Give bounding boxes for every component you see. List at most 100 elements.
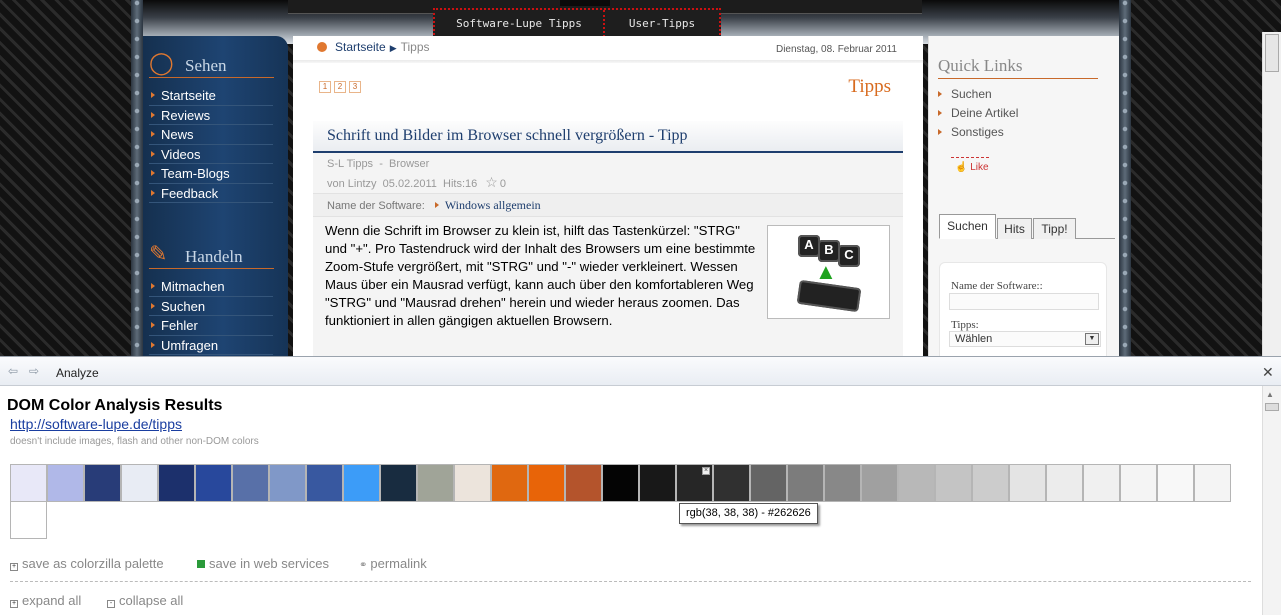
software-label: Name der Software:	[327, 200, 425, 212]
forward-arrow-icon[interactable]: ⇨	[29, 365, 39, 377]
color-swatch[interactable]	[1046, 464, 1083, 502]
article-subcategory[interactable]: Browser	[389, 158, 429, 170]
sidebar-item-videos[interactable]: Videos	[149, 145, 273, 164]
color-swatch[interactable]	[787, 464, 824, 502]
breadcrumb-current: Tipps	[400, 40, 430, 54]
page-1[interactable]: 1	[319, 81, 331, 93]
sehen-list: Startseite Reviews News Videos Team-Blog…	[149, 86, 273, 203]
main-content: Startseite ▶ Tipps Dienstag, 08. Februar 2…	[293, 36, 923, 356]
color-swatch[interactable]	[528, 464, 565, 502]
color-swatch[interactable]	[454, 464, 491, 502]
tips-select[interactable]: Wählen ▼	[949, 331, 1101, 347]
quick-link-sonstiges[interactable]: Sonstiges	[938, 125, 1004, 139]
color-swatch[interactable]	[417, 464, 454, 502]
expand-all-link[interactable]: + expand all	[10, 593, 81, 608]
results-url[interactable]: http://software-lupe.de/tipps	[10, 416, 182, 432]
article-category[interactable]: S-L Tipps	[327, 158, 373, 170]
right-metal-rail	[1119, 0, 1131, 356]
sehen-title: Sehen	[185, 56, 227, 75]
color-swatch[interactable]: ×	[676, 464, 713, 502]
article-title[interactable]: Schrift und Bilder im Browser schnell ve…	[313, 121, 903, 153]
left-sidebar: ◯ Sehen Startseite Reviews News Videos T…	[143, 36, 288, 356]
color-swatch[interactable]	[1157, 464, 1194, 502]
color-swatch[interactable]	[602, 464, 639, 502]
color-swatch[interactable]	[195, 464, 232, 502]
collapse-icon: -	[107, 600, 115, 608]
collapse-all-link[interactable]: - collapse all	[107, 593, 183, 608]
search-tabs: Suchen Hits Tipp!	[939, 212, 1115, 239]
color-swatch[interactable]	[898, 464, 935, 502]
up-arrow-icon: ▲	[815, 259, 837, 284]
color-swatch[interactable]	[380, 464, 417, 502]
close-icon[interactable]: ✕	[1262, 364, 1274, 381]
color-swatch[interactable]	[491, 464, 528, 502]
star-icon[interactable]: ☆	[485, 174, 498, 190]
glasses-icon: ◯	[149, 50, 174, 75]
sidebar-item-suchen[interactable]: Suchen	[149, 297, 273, 316]
screen: Software-Lupe Tipps User-Tipps ◯ Sehen S…	[0, 0, 1281, 615]
sehen-heading: ◯ Sehen	[149, 48, 274, 78]
color-swatch[interactable]	[1083, 464, 1120, 502]
page-scrollbar[interactable]	[1262, 32, 1281, 356]
permalink-link[interactable]: ⚭ permalink	[359, 556, 427, 571]
save-web-link[interactable]: save in web services	[197, 556, 329, 571]
category-separator: -	[379, 158, 383, 170]
sidebar-item-umfragen[interactable]: Umfragen	[149, 336, 273, 355]
color-swatch[interactable]	[713, 464, 750, 502]
swatch-close-icon[interactable]: ×	[702, 467, 710, 475]
color-swatch[interactable]	[47, 464, 84, 502]
save-web-label: save in web services	[209, 556, 329, 571]
tab-hits[interactable]: Hits	[997, 218, 1032, 239]
color-swatch[interactable]	[750, 464, 787, 502]
save-palette-link[interactable]: + save as colorzilla palette	[10, 556, 164, 571]
color-swatch[interactable]	[121, 464, 158, 502]
key-small-letters	[796, 279, 862, 313]
color-swatch[interactable]	[84, 464, 121, 502]
panel-scrollbar[interactable]: ▲	[1262, 386, 1281, 615]
back-arrow-icon[interactable]: ⇦	[8, 365, 18, 377]
color-swatch[interactable]	[639, 464, 676, 502]
color-swatch[interactable]	[306, 464, 343, 502]
article-body: Wenn die Schrift im Browser zu klein ist…	[325, 223, 756, 328]
color-swatch[interactable]	[1120, 464, 1157, 502]
color-swatch[interactable]	[972, 464, 1009, 502]
save-palette-label: save as colorzilla palette	[22, 556, 164, 571]
color-swatch[interactable]	[1194, 464, 1231, 502]
sidebar-item-news[interactable]: News	[149, 125, 273, 145]
sidebar-item-team-blogs[interactable]: Team-Blogs	[149, 164, 273, 184]
main-nav: Software-Lupe Tipps User-Tipps	[433, 8, 721, 39]
color-swatch[interactable]	[1009, 464, 1046, 502]
color-swatch[interactable]	[343, 464, 380, 502]
like-button[interactable]: ☝ Like	[955, 162, 989, 173]
sidebar-item-feedback[interactable]: Feedback	[149, 184, 273, 203]
page-scrollbar-thumb[interactable]	[1265, 34, 1279, 72]
scroll-up-icon[interactable]: ▲	[1266, 390, 1274, 399]
sidebar-item-mitmachen[interactable]: Mitmachen	[149, 277, 273, 297]
color-swatch[interactable]	[269, 464, 306, 502]
color-swatch[interactable]	[232, 464, 269, 502]
pagination: 1 2 3	[319, 81, 361, 93]
breadcrumb-home[interactable]: Startseite	[335, 40, 386, 54]
quick-link-deine-artikel[interactable]: Deine Artikel	[938, 106, 1018, 120]
color-swatch[interactable]	[861, 464, 898, 502]
color-swatch[interactable]	[10, 501, 47, 539]
page-2[interactable]: 2	[334, 81, 346, 93]
sidebar-item-fehler[interactable]: Fehler	[149, 316, 273, 336]
color-swatch[interactable]	[565, 464, 602, 502]
tab-suchen[interactable]: Suchen	[939, 214, 996, 239]
sidebar-item-startseite[interactable]: Startseite	[149, 86, 273, 106]
nav-user-tipps[interactable]: User-Tipps	[605, 10, 719, 37]
breadcrumb: Startseite ▶ Tipps	[317, 40, 430, 54]
quick-link-suchen[interactable]: Suchen	[938, 87, 992, 101]
software-name-input[interactable]	[949, 293, 1099, 310]
color-swatch[interactable]	[158, 464, 195, 502]
page-3[interactable]: 3	[349, 81, 361, 93]
color-swatch[interactable]	[824, 464, 861, 502]
panel-scrollbar-thumb[interactable]	[1265, 403, 1279, 411]
sidebar-item-reviews[interactable]: Reviews	[149, 106, 273, 125]
tab-tipp[interactable]: Tipp!	[1033, 218, 1076, 239]
color-swatch[interactable]	[935, 464, 972, 502]
nav-software-lupe-tipps[interactable]: Software-Lupe Tipps	[435, 10, 605, 37]
color-swatch[interactable]	[10, 464, 47, 502]
software-value[interactable]: Windows allgemein	[435, 198, 541, 212]
